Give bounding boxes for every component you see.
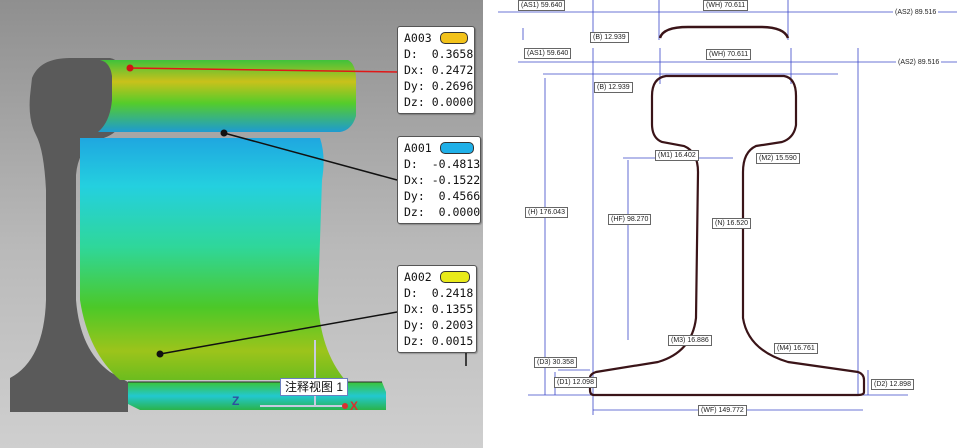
annotation-id: A001 bbox=[404, 141, 432, 155]
dim-h: (H) 176.043 bbox=[525, 207, 568, 218]
annotation-row: D: -0.4813 bbox=[404, 157, 481, 171]
annotation-row: Dy: 0.2003 bbox=[404, 318, 474, 332]
annotation-row: D: 0.3658 bbox=[404, 47, 474, 61]
rail-profile-drawing[interactable]: (AS1) 59.640 (WH) 70.611 (AS2) 89.516 (B… bbox=[498, 0, 957, 448]
annotation-row: Dy: 0.4566 bbox=[404, 189, 481, 203]
axis-x-label: X bbox=[350, 399, 359, 413]
annotation-row: Dz: 0.0000 bbox=[404, 205, 481, 219]
dim-n: (N) 16.520 bbox=[712, 218, 752, 229]
annotation-a003[interactable]: A003 D: 0.3658 Dx: 0.2472 Dy: 0.2696 Dz:… bbox=[397, 26, 475, 114]
dim-as1: (AS1) 59.640 bbox=[524, 48, 572, 59]
dim-d3: (D3) 30.358 bbox=[534, 357, 577, 368]
dim-d2: (D2) 12.898 bbox=[871, 379, 914, 390]
annotation-row: Dz: 0.0000 bbox=[404, 95, 474, 109]
dim-m3: (M3) 16.886 bbox=[668, 335, 712, 346]
annotation-view-label[interactable]: 注释视图 1 bbox=[280, 378, 349, 396]
rail-web-surface bbox=[80, 138, 345, 380]
dim-wh: (WH) 70.611 bbox=[706, 49, 752, 60]
axis-z-label: Z bbox=[232, 394, 240, 408]
dim-top-wh: (WH) 70.611 bbox=[703, 0, 749, 11]
annotation-id: A002 bbox=[404, 270, 432, 284]
deviation-color-swatch bbox=[439, 32, 468, 44]
annotation-id: A003 bbox=[404, 31, 432, 45]
dim-hf: (HF) 98.270 bbox=[608, 214, 652, 225]
dim-d1: (D1) 12.098 bbox=[554, 377, 597, 388]
annotation-row: Dx: 0.2472 bbox=[404, 63, 474, 77]
deviation-color-swatch bbox=[439, 142, 474, 154]
3d-deviation-view[interactable]: A003 D: 0.3658 Dx: 0.2472 Dy: 0.2696 Dz:… bbox=[0, 0, 483, 448]
dim-top-b: (B) 12.939 bbox=[590, 32, 629, 43]
annotation-row: Dy: 0.2696 bbox=[404, 79, 474, 93]
annotation-row: Dz: 0.0015 bbox=[404, 334, 474, 348]
dim-m2: (M2) 15.590 bbox=[756, 153, 800, 164]
dim-as2: (AS2) 89.516 bbox=[896, 58, 942, 67]
dim-top-as1: (AS1) 59.640 bbox=[518, 0, 566, 11]
dim-wf: (WF) 149.772 bbox=[698, 405, 747, 416]
dim-m1: (M1) 16.402 bbox=[655, 150, 699, 161]
annotation-row: Dx: 0.1355 bbox=[404, 302, 474, 316]
annotation-row: Dx: -0.1522 bbox=[404, 173, 481, 187]
rail-cross-section-outline bbox=[588, 74, 866, 397]
dim-m4: (M4) 16.761 bbox=[774, 343, 818, 354]
dim-top-as2: (AS2) 89.516 bbox=[893, 8, 939, 17]
annotation-a001[interactable]: A001 D: -0.4813 Dx: -0.1522 Dy: 0.4566 D… bbox=[397, 136, 481, 224]
deviation-color-swatch bbox=[439, 271, 470, 283]
annotation-row: D: 0.2418 bbox=[404, 286, 474, 300]
dim-b: (B) 12.939 bbox=[594, 82, 633, 93]
annotation-a002[interactable]: A002 D: 0.2418 Dx: 0.1355 Dy: 0.2003 Dz:… bbox=[397, 265, 477, 353]
